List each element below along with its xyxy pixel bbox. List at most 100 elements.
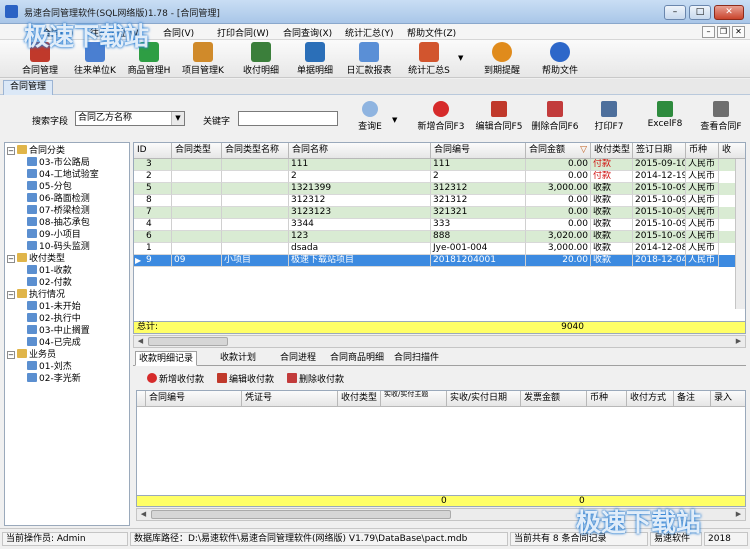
view-contract-button[interactable]: 查看合同F <box>694 100 748 136</box>
tree-item[interactable]: 05-分包 <box>27 181 72 193</box>
column-header[interactable]: 合同类型名称 <box>222 143 289 159</box>
table-row[interactable]: 3 111 111 0.00 付款 2015-09-10 人民币 <box>134 159 745 171</box>
toolbar-alarm-button[interactable]: 到期提醒 <box>478 41 526 77</box>
column-header[interactable]: 合同编号 <box>431 143 526 159</box>
edit-payment-button[interactable]: 编辑收付款 <box>217 372 274 385</box>
scroll-left-icon[interactable]: ◀ <box>137 509 150 520</box>
tab-contract-progress[interactable]: 合同进程 <box>277 351 319 366</box>
toolbar-help-button[interactable]: 帮助文件 <box>538 41 582 77</box>
table-row[interactable]: 9 09 小项目 极速下载站项目 20181204001 20.00 收款 2018-12-0… <box>134 255 745 267</box>
edit-contract-button[interactable]: 编辑合同F5 <box>472 100 526 136</box>
collapse-icon[interactable]: − <box>7 147 15 155</box>
close-button[interactable]: ✕ <box>714 5 744 20</box>
tab-contract-goods[interactable]: 合同商品明细 <box>327 351 387 366</box>
table-cell: 2015-10-09 <box>633 183 686 195</box>
menu-print-contract[interactable]: 打印合同(W) <box>217 26 269 39</box>
tree-item[interactable]: 09-小项目 <box>27 229 81 241</box>
print-button[interactable]: 打印F7 <box>588 100 630 136</box>
delete-payment-button[interactable]: 删除收付款 <box>287 372 344 385</box>
toolbar-statistics-button[interactable]: 统计汇总S <box>402 41 456 77</box>
column-header[interactable]: ID <box>134 143 172 159</box>
vertical-scrollbar[interactable] <box>735 159 745 309</box>
column-header[interactable]: 合同名称 <box>289 143 431 159</box>
maximize-button[interactable]: □ <box>689 5 711 20</box>
column-header[interactable]: 收付类型 <box>338 391 381 407</box>
column-header[interactable]: 收付方式 <box>627 391 674 407</box>
tree-item[interactable]: 08-抽芯承包 <box>27 217 90 229</box>
scroll-thumb[interactable] <box>148 337 228 346</box>
tree-item[interactable]: 07-桥梁检测 <box>27 205 90 217</box>
tree-item[interactable]: 06-路面检测 <box>27 193 90 205</box>
tree-item[interactable]: 04-已完成 <box>27 337 81 349</box>
scroll-right-icon[interactable]: ▶ <box>732 509 745 520</box>
menu-help[interactable]: 帮助文件(Z) <box>407 26 456 39</box>
column-header[interactable]: 发票金额 <box>521 391 587 407</box>
column-header[interactable]: 凭证号 <box>242 391 338 407</box>
tree-item[interactable]: 03-中止搁置 <box>27 325 90 337</box>
menu-statistics[interactable]: 统计汇总(Y) <box>345 26 394 39</box>
scroll-left-icon[interactable]: ◀ <box>134 336 147 347</box>
table-row[interactable]: 4 3344 333 0.00 收款 2015-10-09 人民币 <box>134 219 745 231</box>
menu-contract-query[interactable]: 合同查询(X) <box>283 26 332 39</box>
add-payment-button[interactable]: 新增收付款 <box>147 372 204 385</box>
table-row[interactable]: 8 312312 321312 0.00 收款 2015-10-09 人民币 <box>134 195 745 207</box>
tree-item[interactable]: 02-付款 <box>27 277 72 289</box>
tab-contract-scans[interactable]: 合同扫描件 <box>391 351 442 366</box>
tree-item[interactable]: 02-李光新 <box>27 373 81 385</box>
toolbar-daily-report-button[interactable]: 日汇款报表 <box>342 41 396 77</box>
column-header[interactable]: 币种 <box>686 143 719 159</box>
search-field-select[interactable]: 合同乙方名称 ▼ <box>75 111 185 126</box>
table-row[interactable]: 2 2 2 0.00 付款 2014-12-19 人民币 <box>134 171 745 183</box>
keyword-input[interactable] <box>238 111 338 126</box>
tree-item[interactable]: 01-刘杰 <box>27 361 72 373</box>
tree-item[interactable]: 01-收款 <box>27 265 72 277</box>
tree-item[interactable]: 03-市公路局 <box>27 157 90 169</box>
delete-contract-button[interactable]: 删除合同F6 <box>528 100 582 136</box>
query-dropdown-arrow-icon[interactable]: ▼ <box>392 116 397 124</box>
tree-item[interactable]: 04-工地试验室 <box>27 169 99 181</box>
tree-node-contract-category[interactable]: − 合同分类 <box>7 145 65 157</box>
mdi-restore-button[interactable]: ❐ <box>717 26 730 38</box>
toolbar-project-manage-button[interactable]: 项目管理K <box>178 41 228 77</box>
table-row[interactable]: 5 1321399 312312 3,000.00 收款 2015-10-09 人民币 <box>134 183 745 195</box>
column-header[interactable]: 录入 <box>711 391 745 407</box>
column-header[interactable]: 币种 <box>587 391 627 407</box>
column-header[interactable]: 实收/实付日期 <box>447 391 521 407</box>
excel-button[interactable]: ExcelF8 <box>642 100 688 136</box>
toolbar-payment-detail-button[interactable]: 收付明细 <box>238 41 284 77</box>
mdi-close-button[interactable]: ✕ <box>732 26 745 38</box>
tree-node-payment-type[interactable]: − 收付类型 <box>7 253 65 265</box>
tree-node-execution-status[interactable]: − 执行情况 <box>7 289 65 301</box>
column-header[interactable]: 实收/实付主题 <box>381 391 447 407</box>
mdi-minimize-button[interactable]: – <box>702 26 715 38</box>
column-header[interactable]: 合同编号 <box>146 391 242 407</box>
menu-contract-v[interactable]: 合同(V) <box>163 26 194 39</box>
tree-item[interactable]: 02-执行中 <box>27 313 81 325</box>
column-header[interactable]: 收 <box>719 143 745 159</box>
scroll-thumb[interactable] <box>151 510 451 519</box>
toolbar-receipt-detail-button[interactable]: 单据明细 <box>292 41 338 77</box>
query-button[interactable]: 查询E <box>352 100 388 136</box>
scroll-right-icon[interactable]: ▶ <box>732 336 745 347</box>
column-header[interactable]: 合同金额 ▽ <box>526 143 591 159</box>
tree-item[interactable]: 01-未开始 <box>27 301 81 313</box>
column-header[interactable]: 合同类型 <box>172 143 222 159</box>
table-row[interactable]: 7 3123123 321321 0.00 收款 2015-10-09 人民币 <box>134 207 745 219</box>
tree-item[interactable]: 10-码头监测 <box>27 241 90 253</box>
column-header[interactable]: 签订日期 <box>633 143 686 159</box>
collapse-icon[interactable]: − <box>7 255 15 263</box>
tree-node-salesperson[interactable]: − 业务员 <box>7 349 56 361</box>
column-header[interactable]: 收付类型 <box>591 143 633 159</box>
table-row[interactable]: 1 dsada Jye-001-004 3,000.00 收款 2014-12-08 人民币 <box>134 243 745 255</box>
add-contract-button[interactable]: 新增合同F3 <box>414 100 468 136</box>
tab-contract-manage[interactable]: 合同管理 <box>3 80 53 95</box>
tab-payment-records[interactable]: 收款明细记录 <box>135 351 198 366</box>
horizontal-scrollbar[interactable]: ◀ ▶ <box>133 335 746 348</box>
collapse-icon[interactable]: − <box>7 291 15 299</box>
statistics-dropdown-arrow-icon[interactable]: ▼ <box>458 54 463 62</box>
minimize-button[interactable]: – <box>664 5 686 20</box>
table-row[interactable]: 6 123 888 3,020.00 收款 2015-10-09 人民币 <box>134 231 745 243</box>
column-header[interactable]: 备注 <box>674 391 711 407</box>
tab-payment-plan[interactable]: 收款计划 <box>217 351 259 366</box>
collapse-icon[interactable]: − <box>7 351 15 359</box>
